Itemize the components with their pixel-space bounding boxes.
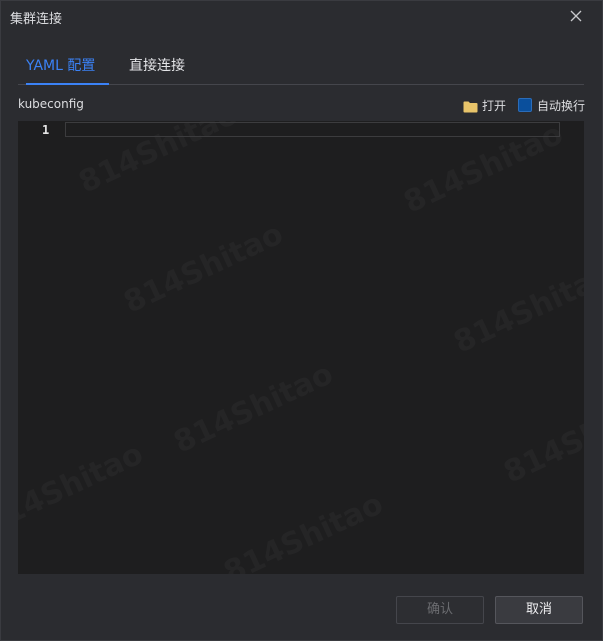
kubeconfig-label: kubeconfig bbox=[18, 97, 84, 111]
word-wrap-label: 自动换行 bbox=[537, 99, 586, 113]
line-number-gutter: 1 bbox=[18, 121, 62, 574]
folder-icon bbox=[463, 98, 478, 117]
tab-yaml-config[interactable]: YAML 配置 bbox=[26, 55, 109, 85]
confirm-button[interactable]: 确认 bbox=[396, 596, 484, 624]
active-tab-indicator bbox=[26, 83, 109, 85]
cluster-connect-dialog: 集群连接 YAML 配置 直接连接 kubeconfig 打开 自动换行 1 确… bbox=[0, 0, 603, 641]
code-text-area[interactable] bbox=[65, 121, 584, 574]
dialog-title: 集群连接 bbox=[10, 12, 63, 27]
line-number: 1 bbox=[42, 123, 50, 137]
title-bar: 集群连接 bbox=[1, 1, 602, 33]
tab-yaml-config-label: YAML 配置 bbox=[26, 58, 96, 74]
tab-direct-connect-label: 直接连接 bbox=[129, 58, 185, 74]
open-file-label: 打开 bbox=[482, 99, 507, 113]
tab-bar: YAML 配置 直接连接 bbox=[18, 53, 584, 85]
close-icon[interactable] bbox=[568, 8, 584, 24]
cancel-button[interactable]: 取消 bbox=[495, 596, 583, 624]
checkbox-icon[interactable] bbox=[518, 98, 532, 112]
tab-direct-connect[interactable]: 直接连接 bbox=[129, 55, 185, 83]
yaml-editor[interactable]: 814Shitao 814Shitao 814Shitao 814Shitao … bbox=[18, 121, 584, 574]
editor-toolbar: kubeconfig 打开 自动换行 bbox=[18, 95, 586, 117]
